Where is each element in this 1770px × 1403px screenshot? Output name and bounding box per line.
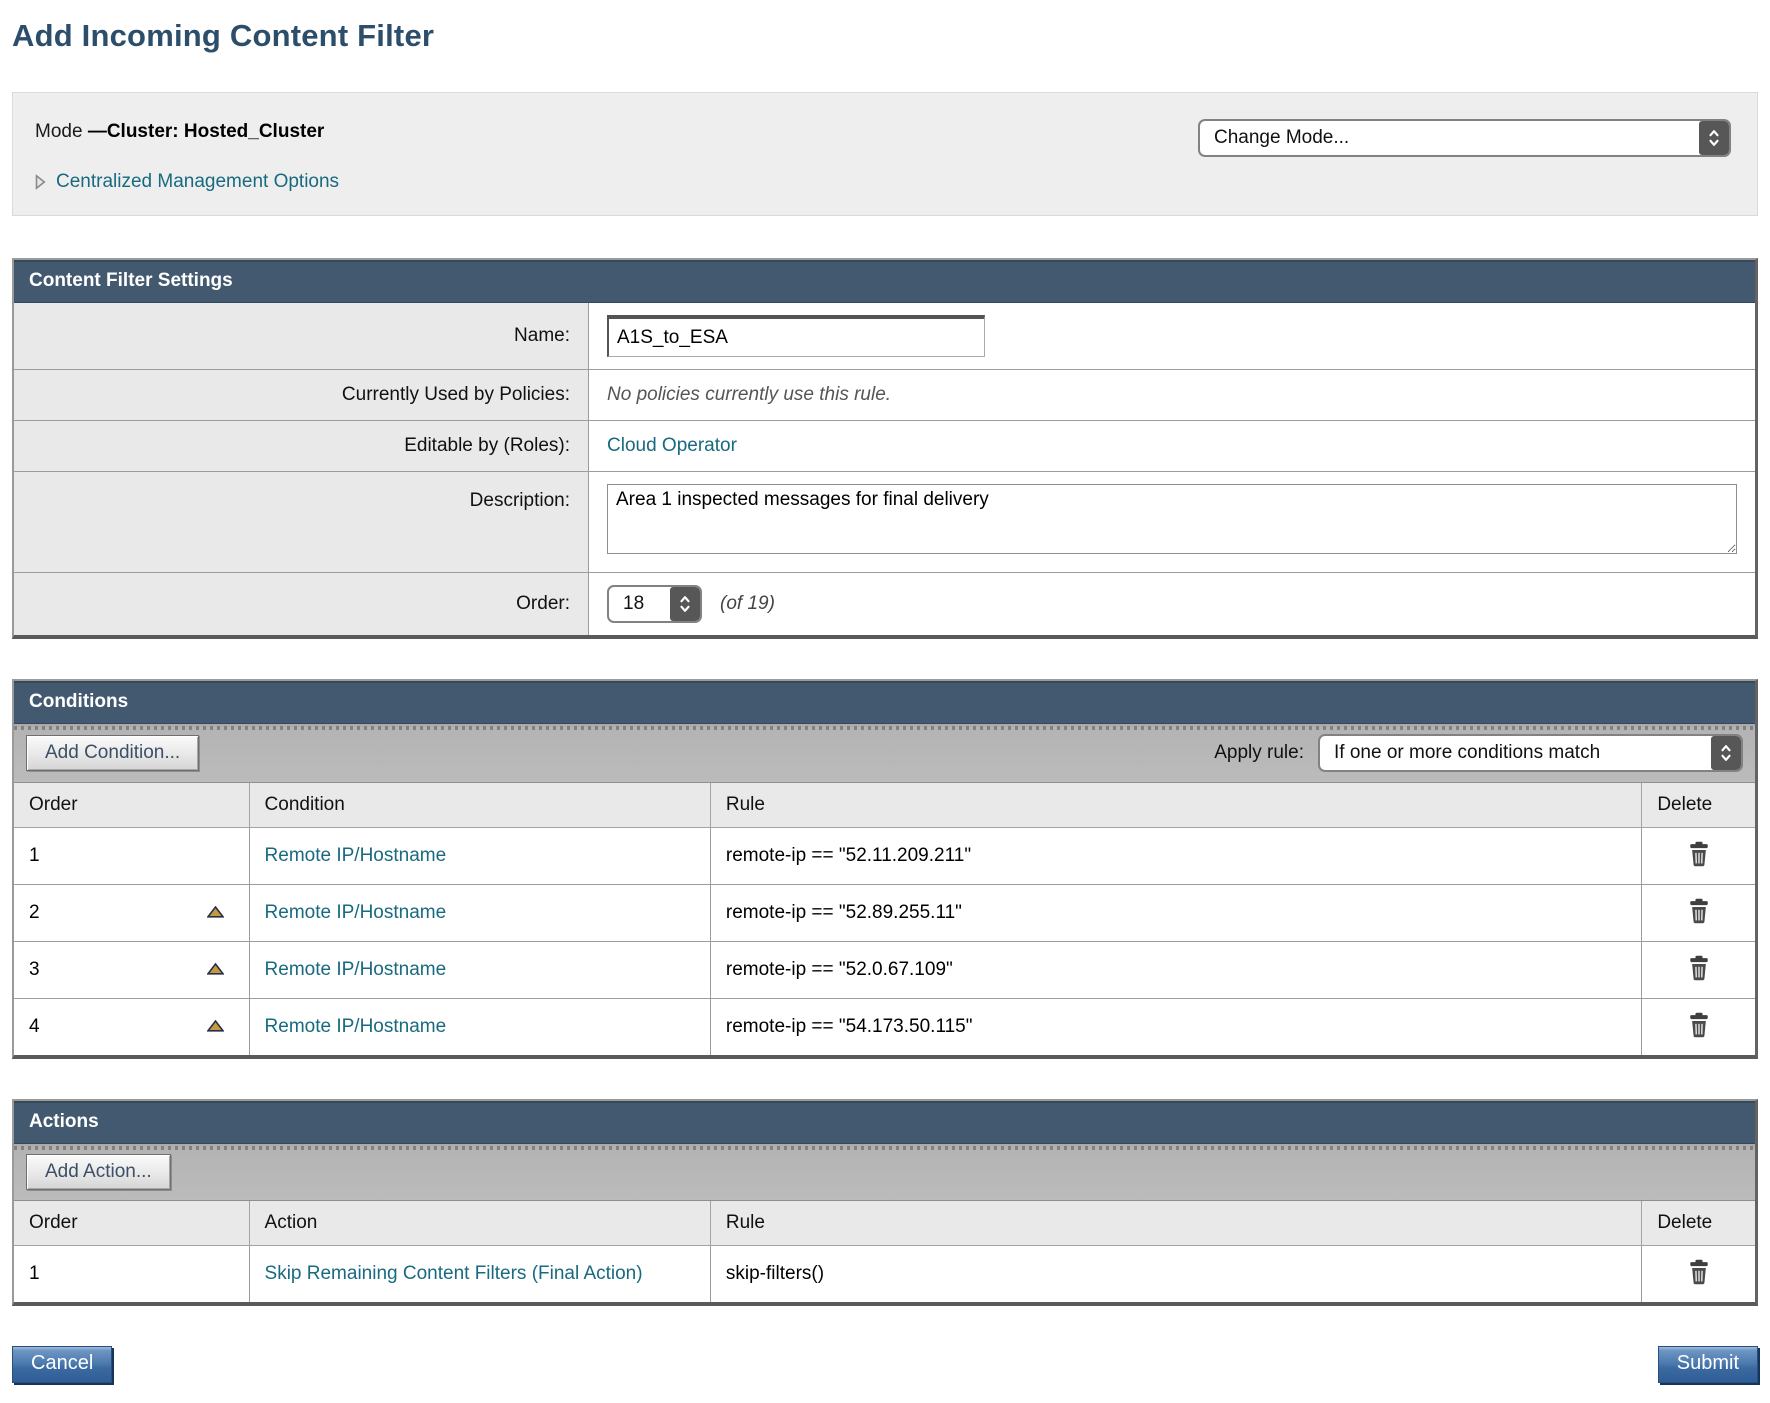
cloud-operator-link[interactable]: Cloud Operator [607, 435, 737, 456]
settings-row-roles: Editable by (Roles): Cloud Operator [14, 421, 1755, 472]
conditions-col-order: Order [14, 783, 249, 828]
condition-row: 2 Remote IP/Hostname remote-ip == "52.89… [14, 885, 1755, 942]
action-order: 1 [29, 1263, 40, 1285]
centralized-management-options-link[interactable]: Centralized Management Options [56, 171, 339, 193]
delete-button[interactable] [1685, 1010, 1713, 1040]
order-select[interactable]: 18 [607, 585, 702, 623]
disclosure-triangle-icon[interactable] [35, 174, 46, 190]
action-rule: skip-filters() [710, 1246, 1641, 1303]
policies-text: No policies currently use this rule. [589, 370, 1756, 421]
delete-button[interactable] [1685, 839, 1713, 869]
actions-col-order: Order [14, 1201, 249, 1246]
conditions-col-rule: Rule [710, 783, 1641, 828]
move-up-icon[interactable] [207, 959, 224, 981]
page-title: Add Incoming Content Filter [12, 18, 1758, 54]
condition-link[interactable]: Remote IP/Hostname [265, 845, 447, 866]
footer-bar: Cancel Submit [12, 1346, 1758, 1383]
description-label: Description: [14, 472, 589, 573]
condition-order: 2 [29, 902, 40, 924]
content-filter-settings-section: Content Filter Settings Name: Currently … [12, 258, 1758, 639]
condition-link[interactable]: Remote IP/Hostname [265, 959, 447, 980]
change-mode-select-value: Change Mode... [1200, 121, 1699, 155]
add-condition-button[interactable]: Add Condition... [26, 735, 199, 771]
condition-row: 4 Remote IP/Hostname remote-ip == "54.17… [14, 999, 1755, 1056]
name-label: Name: [14, 303, 589, 370]
condition-rule: remote-ip == "54.173.50.115" [710, 999, 1641, 1056]
submit-button[interactable]: Submit [1658, 1346, 1758, 1383]
mode-value: —Cluster: Hosted_Cluster [88, 121, 325, 142]
delete-button[interactable] [1685, 896, 1713, 926]
condition-order: 4 [29, 1016, 40, 1038]
actions-col-rule: Rule [710, 1201, 1641, 1246]
conditions-section: Conditions Add Condition... Apply rule: … [12, 679, 1758, 1059]
conditions-toolbar: Add Condition... Apply rule: If one or m… [14, 724, 1755, 783]
conditions-section-header: Conditions [14, 681, 1755, 724]
actions-col-action: Action [249, 1201, 710, 1246]
select-stepper-icon [1699, 121, 1729, 155]
condition-rule: remote-ip == "52.0.67.109" [710, 942, 1641, 999]
condition-order: 1 [29, 845, 40, 867]
apply-rule-select[interactable]: If one or more conditions match [1318, 734, 1743, 772]
delete-button[interactable] [1685, 953, 1713, 983]
conditions-col-delete: Delete [1642, 783, 1755, 828]
order-select-value: 18 [609, 587, 670, 621]
select-stepper-icon [1711, 736, 1741, 770]
condition-row: 3 Remote IP/Hostname remote-ip == "52.0.… [14, 942, 1755, 999]
mode-panel: Mode —Cluster: Hosted_Cluster Centralize… [12, 92, 1758, 216]
order-total-text: (of 19) [720, 593, 775, 615]
settings-section-header: Content Filter Settings [14, 260, 1755, 303]
settings-row-name: Name: [14, 303, 1755, 370]
name-input[interactable] [607, 315, 985, 357]
conditions-col-condition: Condition [249, 783, 710, 828]
select-stepper-icon [670, 587, 700, 621]
condition-rule: remote-ip == "52.11.209.211" [710, 828, 1641, 885]
settings-row-policies: Currently Used by Policies: No policies … [14, 370, 1755, 421]
condition-row: 1 Remote IP/Hostname remote-ip == "52.11… [14, 828, 1755, 885]
action-row: 1 Skip Remaining Content Filters (Final … [14, 1246, 1755, 1303]
add-action-button[interactable]: Add Action... [26, 1154, 171, 1190]
actions-section-header: Actions [14, 1101, 1755, 1144]
change-mode-select[interactable]: Change Mode... [1198, 119, 1731, 157]
settings-row-description: Description: Area 1 inspected messages f… [14, 472, 1755, 573]
policies-label: Currently Used by Policies: [14, 370, 589, 421]
mode-label: Mode [35, 121, 88, 142]
action-link[interactable]: Skip Remaining Content Filters (Final Ac… [265, 1261, 643, 1287]
cancel-button[interactable]: Cancel [12, 1346, 112, 1383]
settings-row-order: Order: 18 (of 19) [14, 573, 1755, 636]
delete-button[interactable] [1685, 1257, 1713, 1287]
condition-link[interactable]: Remote IP/Hostname [265, 1016, 447, 1037]
apply-rule-label: Apply rule: [1214, 742, 1304, 764]
condition-link[interactable]: Remote IP/Hostname [265, 902, 447, 923]
order-label: Order: [14, 573, 589, 636]
actions-col-delete: Delete [1642, 1201, 1755, 1246]
roles-label: Editable by (Roles): [14, 421, 589, 472]
move-up-icon[interactable] [207, 1016, 224, 1038]
actions-section: Actions Add Action... Order Action Rule … [12, 1099, 1758, 1306]
condition-order: 3 [29, 959, 40, 981]
move-up-icon[interactable] [207, 902, 224, 924]
condition-rule: remote-ip == "52.89.255.11" [710, 885, 1641, 942]
description-textarea[interactable]: Area 1 inspected messages for final deli… [607, 484, 1737, 554]
actions-toolbar: Add Action... [14, 1144, 1755, 1201]
apply-rule-select-value: If one or more conditions match [1320, 736, 1711, 770]
